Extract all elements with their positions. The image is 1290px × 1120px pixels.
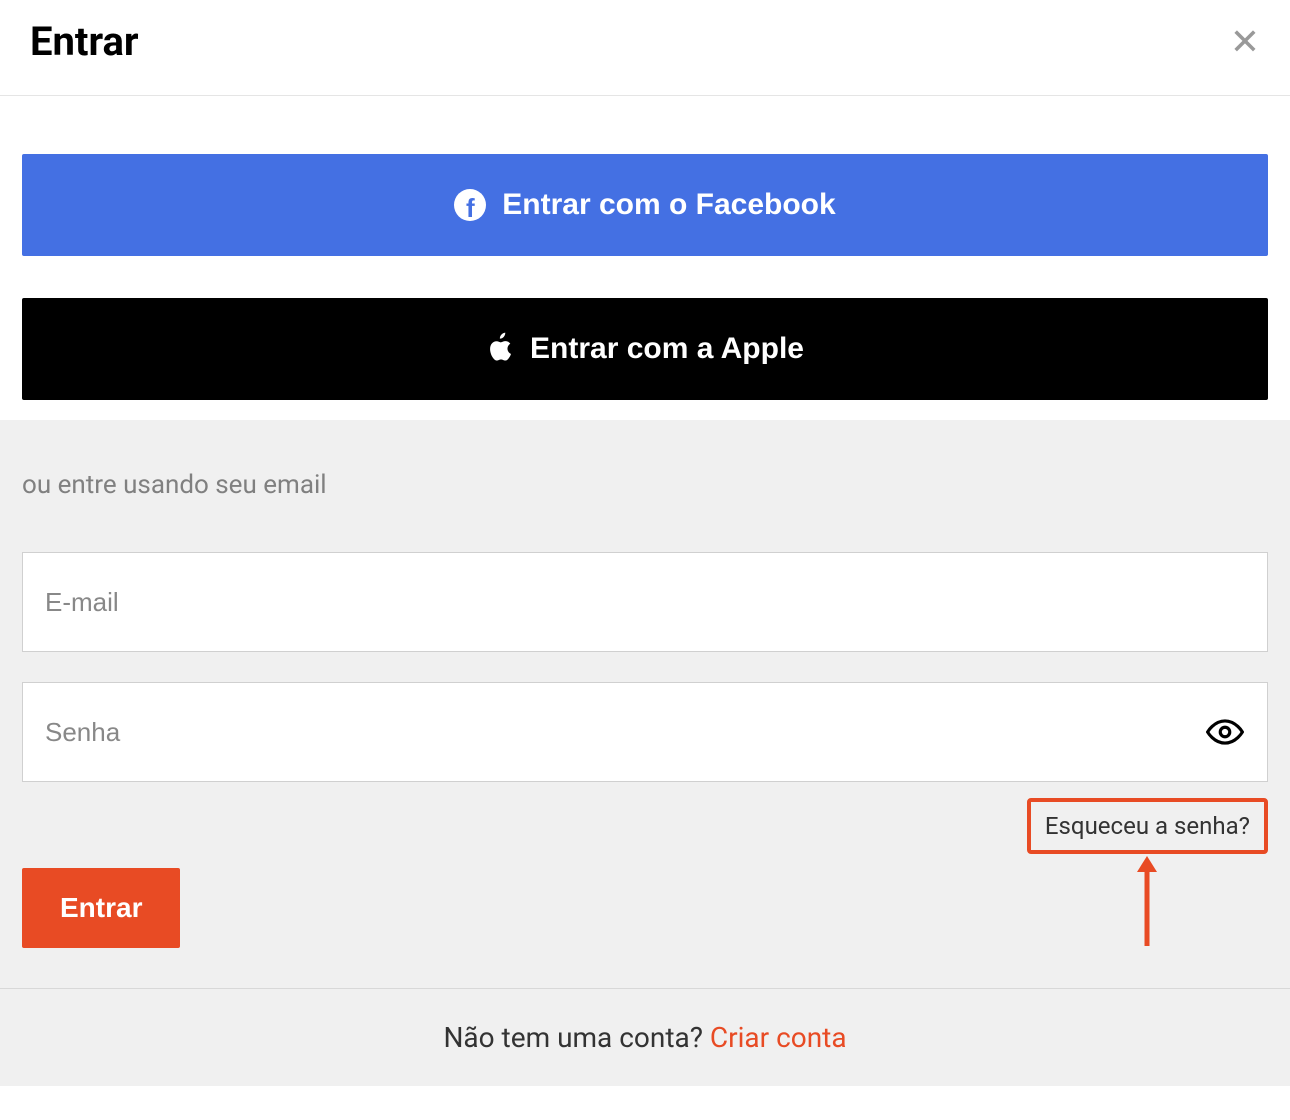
annotation-highlight: Esqueceu a senha? bbox=[1027, 798, 1268, 854]
modal-header: Entrar ✕ bbox=[0, 0, 1290, 96]
login-facebook-button[interactable]: f Entrar com o Facebook bbox=[22, 154, 1268, 256]
social-login-section: f Entrar com o Facebook Entrar com a App… bbox=[0, 96, 1290, 420]
forgot-password-row: Esqueceu a senha? bbox=[22, 798, 1268, 854]
apple-button-label: Entrar com a Apple bbox=[530, 332, 804, 366]
no-account-text: Não tem uma conta? bbox=[443, 1021, 709, 1054]
email-field[interactable] bbox=[22, 552, 1268, 652]
apple-icon bbox=[486, 332, 514, 366]
password-field-wrapper bbox=[22, 682, 1268, 782]
password-field[interactable] bbox=[22, 682, 1268, 782]
modal-footer: Não tem uma conta? Criar conta bbox=[0, 988, 1290, 1086]
submit-login-button[interactable]: Entrar bbox=[22, 868, 180, 948]
close-icon[interactable]: ✕ bbox=[1230, 24, 1260, 60]
page-title: Entrar bbox=[30, 18, 139, 65]
facebook-button-label: Entrar com o Facebook bbox=[502, 188, 835, 222]
forgot-password-link[interactable]: Esqueceu a senha? bbox=[1045, 812, 1250, 840]
email-login-section: ou entre usando seu email Esqueceu a sen… bbox=[0, 420, 1290, 988]
login-apple-button[interactable]: Entrar com a Apple bbox=[22, 298, 1268, 400]
create-account-link[interactable]: Criar conta bbox=[710, 1021, 847, 1054]
show-password-icon[interactable] bbox=[1206, 718, 1244, 746]
facebook-icon: f bbox=[454, 189, 486, 221]
form-subtitle: ou entre usando seu email bbox=[22, 470, 1268, 500]
arrow-up-icon bbox=[1135, 856, 1159, 950]
